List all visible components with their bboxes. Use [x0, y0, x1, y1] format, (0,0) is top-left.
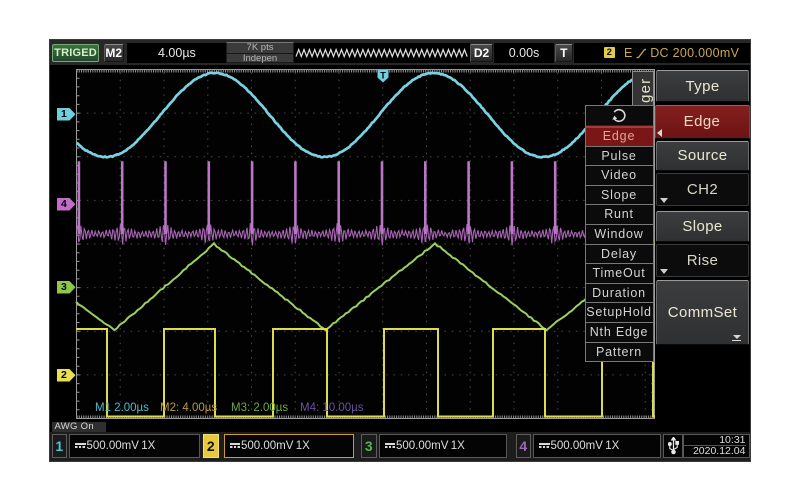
svg-text:T: T [380, 71, 386, 81]
